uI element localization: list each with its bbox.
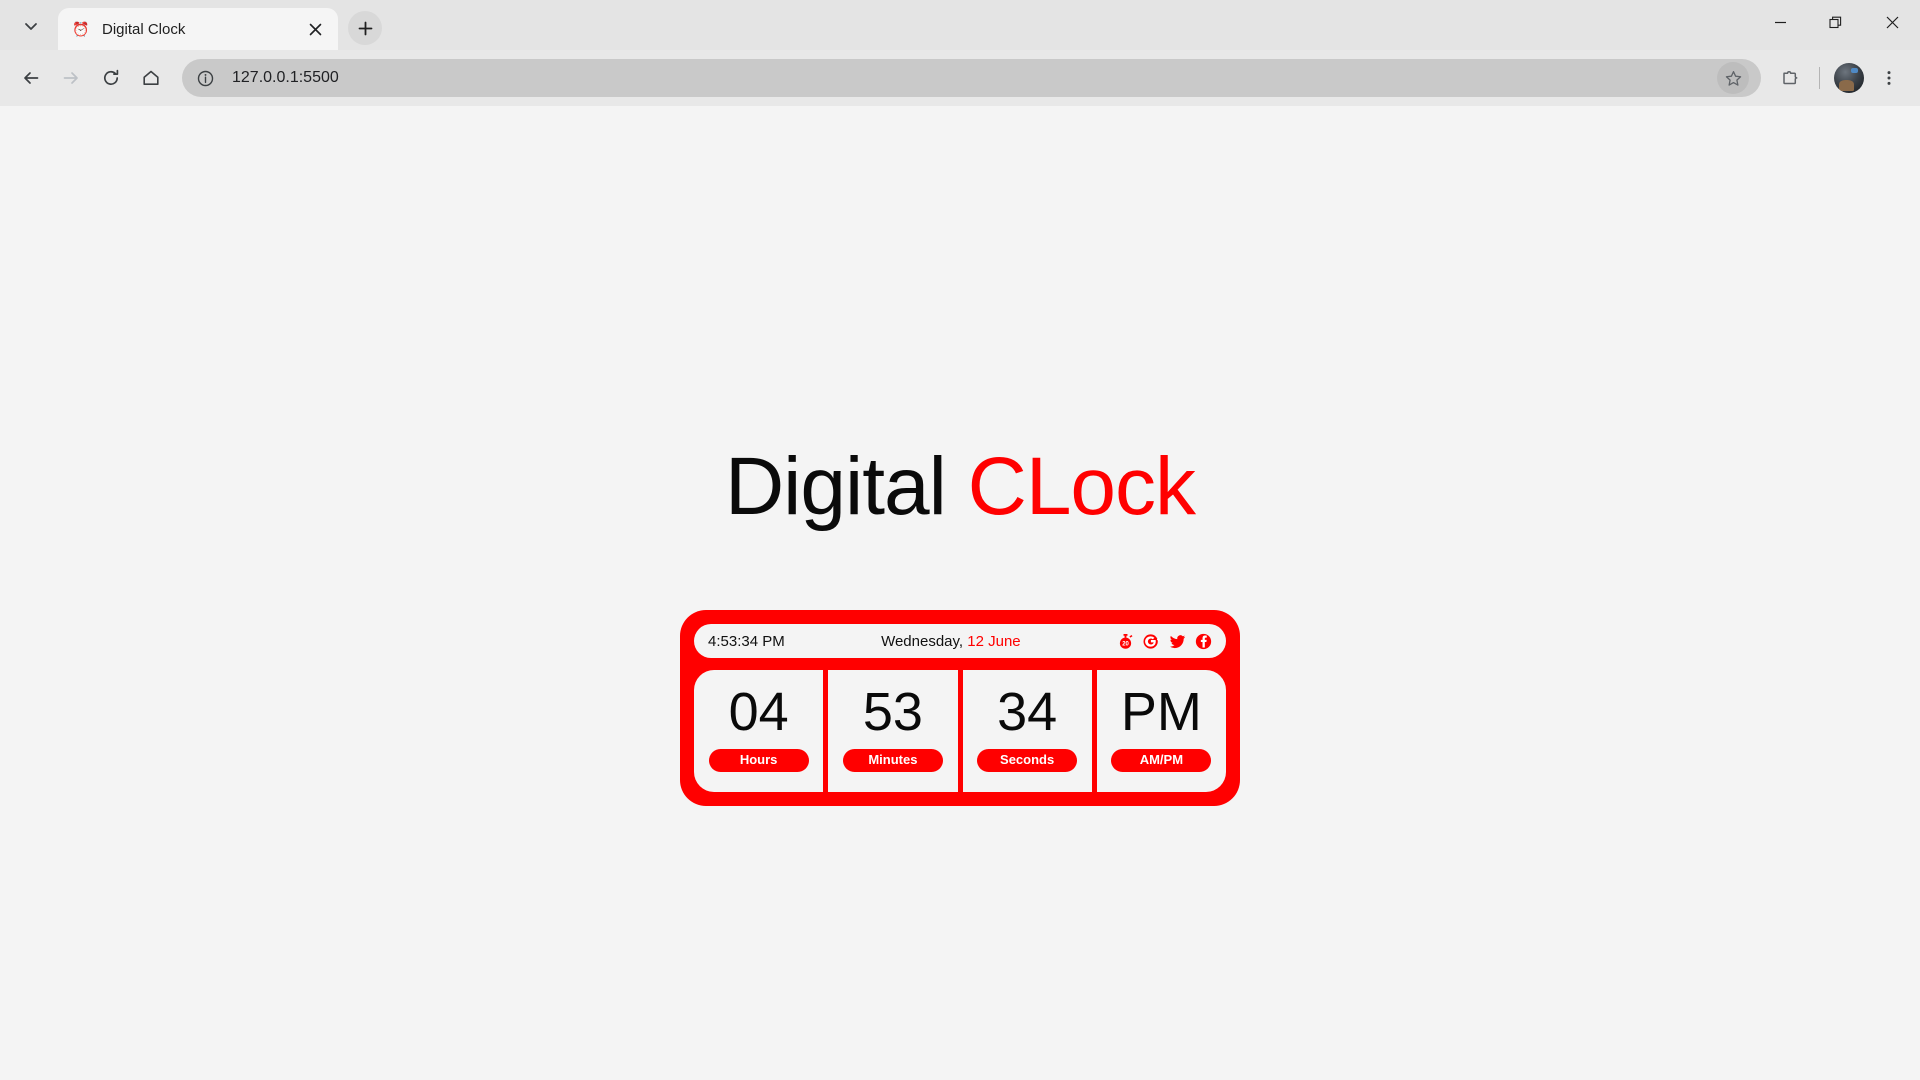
seconds-label: Seconds <box>977 748 1078 772</box>
close-icon <box>309 23 321 35</box>
arrow-right-icon <box>63 72 78 84</box>
facebook-icon[interactable] <box>1195 633 1212 650</box>
clock-date-daymonth: 12 June <box>967 632 1021 650</box>
chevron-down-icon <box>25 23 37 30</box>
tab-search-button[interactable] <box>10 8 52 44</box>
browser-toolbar: 127.0.0.1:5500 <box>0 50 1920 106</box>
meridiem-value: PM <box>1120 682 1202 743</box>
clock-date-weekday: Wednesday, <box>881 632 968 650</box>
twitter-bird-glyph <box>1169 634 1186 648</box>
clock-current-date: Wednesday, 12 June <box>791 633 1111 650</box>
clock-unit-seconds: 34 Seconds <box>962 670 1092 792</box>
star-icon <box>1725 70 1741 86</box>
restore-icon <box>1829 16 1842 28</box>
google-plus-icon[interactable] <box>1143 633 1160 650</box>
address-bar[interactable]: 127.0.0.1:5500 <box>182 59 1761 97</box>
minutes-label: Minutes <box>842 748 943 772</box>
tab-strip: ⏰ Digital Clock <box>0 0 1920 50</box>
minutes-value: 53 <box>862 682 923 743</box>
reload-icon <box>103 69 119 85</box>
clock-digit-row: 04 Hours 53 Minutes 34 Seconds PM AM/PM <box>694 670 1226 792</box>
minimize-icon <box>1774 21 1786 24</box>
facebook-glyph <box>1195 633 1212 649</box>
reload-button[interactable] <box>92 59 130 97</box>
alarm-clock-icon: ⏰ <box>72 21 90 37</box>
home-icon <box>143 70 159 85</box>
maximize-button[interactable] <box>1808 0 1864 45</box>
digital-clock-page: Digital CLock 4:53:34 PM Wednesday, 12 J… <box>0 106 1920 1080</box>
profile-button[interactable] <box>1830 59 1868 97</box>
page-viewport: Digital CLock 4:53:34 PM Wednesday, 12 J… <box>0 106 1920 1080</box>
clock-header: 4:53:34 PM Wednesday, 12 June 20 <box>694 624 1226 658</box>
tab-title: Digital Clock <box>102 20 186 38</box>
clock-unit-hours: 04 Hours <box>694 670 824 792</box>
social-links: 20 <box>1117 633 1212 650</box>
url-text: 127.0.0.1:5500 <box>232 69 339 86</box>
puzzle-piece-icon <box>1783 71 1798 85</box>
clock-unit-meridiem: PM AM/PM <box>1096 670 1226 792</box>
close-icon <box>1886 16 1898 29</box>
forward-button[interactable] <box>52 59 90 97</box>
bookmark-button[interactable] <box>1717 62 1749 94</box>
back-button[interactable] <box>12 59 50 97</box>
hours-value: 04 <box>728 682 789 743</box>
close-window-button[interactable] <box>1864 0 1920 45</box>
three-dot-menu-icon <box>1887 71 1891 85</box>
toolbar-divider <box>1819 67 1820 89</box>
meridiem-label: AM/PM <box>1111 748 1212 772</box>
home-button[interactable] <box>132 59 170 97</box>
clock-unit-minutes: 53 Minutes <box>828 670 958 792</box>
page-title: Digital CLock <box>725 446 1196 528</box>
window-controls <box>1752 0 1920 45</box>
chrome-menu-button[interactable] <box>1870 59 1908 97</box>
arrow-left-icon <box>24 72 39 84</box>
site-info-button[interactable] <box>190 63 220 93</box>
minimize-button[interactable] <box>1752 0 1808 45</box>
stopwatch-glyph: 20 <box>1119 633 1133 649</box>
google-plus-glyph <box>1143 633 1160 649</box>
twitter-icon[interactable] <box>1169 633 1186 650</box>
page-title-plain: Digital <box>724 441 968 532</box>
avatar <box>1834 63 1864 93</box>
new-tab-button[interactable] <box>348 11 382 45</box>
tab-digital-clock[interactable]: ⏰ Digital Clock <box>58 8 338 50</box>
page-title-accent: CLock <box>967 441 1196 532</box>
seconds-value: 34 <box>997 682 1058 743</box>
browser-window: ⏰ Digital Clock 127.0.0.1:5500 Digital C… <box>0 0 1920 1080</box>
clock-card: 4:53:34 PM Wednesday, 12 June 20 04 Hour… <box>680 610 1240 806</box>
svg-text:20: 20 <box>1122 641 1129 647</box>
clock-current-time: 4:53:34 PM <box>708 632 785 650</box>
info-circle-icon <box>197 70 213 86</box>
extensions-button[interactable] <box>1771 59 1809 97</box>
hours-label: Hours <box>708 748 809 772</box>
plus-icon <box>358 21 372 35</box>
tab-close-button[interactable] <box>302 16 328 42</box>
stopwatch-icon[interactable]: 20 <box>1117 633 1134 650</box>
